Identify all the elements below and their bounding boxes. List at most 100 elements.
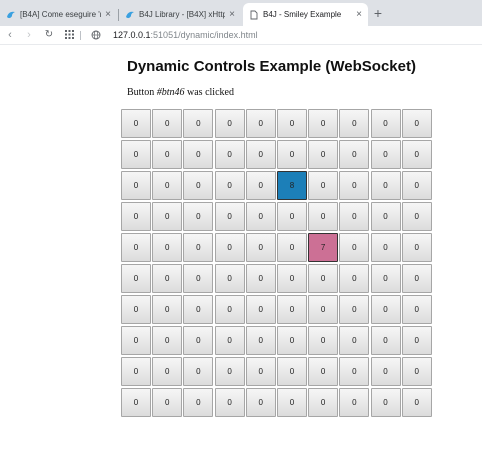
grid-button[interactable]: 0 xyxy=(339,140,370,169)
grid-button[interactable]: 0 xyxy=(401,326,432,355)
grid-button[interactable]: 0 xyxy=(370,357,401,386)
grid-button[interactable]: 0 xyxy=(152,295,183,324)
grid-button[interactable]: 0 xyxy=(214,140,245,169)
grid-button[interactable]: 0 xyxy=(152,326,183,355)
grid-button[interactable]: 0 xyxy=(276,233,307,262)
tab-close-icon[interactable]: × xyxy=(229,9,235,20)
grid-button[interactable]: 0 xyxy=(121,140,151,169)
grid-button[interactable]: 0 xyxy=(370,140,401,169)
grid-button[interactable]: 0 xyxy=(214,264,245,293)
grid-button[interactable]: 0 xyxy=(308,109,339,138)
grid-button[interactable]: 0 xyxy=(339,295,370,324)
grid-button-highlighted[interactable]: 7 xyxy=(308,233,339,262)
grid-button[interactable]: 0 xyxy=(370,109,401,138)
grid-button[interactable]: 0 xyxy=(121,202,151,231)
grid-button[interactable]: 0 xyxy=(401,264,432,293)
tab-b4j-library[interactable]: B4J Library - [B4X] xHttpSe × xyxy=(119,3,241,26)
grid-button[interactable]: 0 xyxy=(245,295,276,324)
grid-button[interactable]: 0 xyxy=(152,109,183,138)
grid-button[interactable]: 0 xyxy=(183,202,214,231)
grid-button[interactable]: 0 xyxy=(276,326,307,355)
tab-close-icon[interactable]: × xyxy=(356,9,362,20)
grid-button[interactable]: 0 xyxy=(245,140,276,169)
grid-button[interactable]: 0 xyxy=(245,233,276,262)
grid-button[interactable]: 0 xyxy=(339,388,370,417)
grid-button[interactable]: 0 xyxy=(121,388,151,417)
grid-button[interactable]: 0 xyxy=(152,388,183,417)
grid-button[interactable]: 0 xyxy=(214,326,245,355)
grid-button[interactable]: 0 xyxy=(183,140,214,169)
grid-button[interactable]: 0 xyxy=(308,140,339,169)
grid-button[interactable]: 0 xyxy=(183,264,214,293)
grid-button[interactable]: 0 xyxy=(183,326,214,355)
grid-button[interactable]: 0 xyxy=(308,388,339,417)
grid-button[interactable]: 0 xyxy=(152,357,183,386)
grid-button[interactable]: 0 xyxy=(370,295,401,324)
grid-button[interactable]: 0 xyxy=(276,295,307,324)
grid-button[interactable]: 0 xyxy=(370,326,401,355)
grid-button[interactable]: 0 xyxy=(401,233,432,262)
grid-button[interactable]: 0 xyxy=(308,202,339,231)
grid-button[interactable]: 0 xyxy=(276,357,307,386)
new-tab-button[interactable]: + xyxy=(370,4,386,22)
globe-icon[interactable] xyxy=(91,30,101,40)
grid-button[interactable]: 0 xyxy=(339,233,370,262)
grid-button[interactable]: 0 xyxy=(214,171,245,200)
grid-button[interactable]: 0 xyxy=(401,295,432,324)
address-bar[interactable]: 127.0.0.1:51051/dynamic/index.html xyxy=(113,26,258,44)
grid-button[interactable]: 0 xyxy=(152,233,183,262)
grid-button[interactable]: 0 xyxy=(370,171,401,200)
grid-button[interactable]: 0 xyxy=(214,109,245,138)
grid-button[interactable]: 0 xyxy=(308,171,339,200)
grid-button[interactable]: 0 xyxy=(308,357,339,386)
grid-button[interactable]: 0 xyxy=(308,264,339,293)
grid-button[interactable]: 0 xyxy=(245,202,276,231)
grid-button[interactable]: 0 xyxy=(339,326,370,355)
grid-button[interactable]: 0 xyxy=(121,109,151,138)
grid-button[interactable]: 0 xyxy=(276,202,307,231)
grid-button[interactable]: 0 xyxy=(214,233,245,262)
grid-button[interactable]: 0 xyxy=(245,357,276,386)
tab-close-icon[interactable]: × xyxy=(105,9,111,20)
grid-button[interactable]: 0 xyxy=(370,388,401,417)
grid-button[interactable]: 0 xyxy=(401,202,432,231)
grid-button[interactable]: 0 xyxy=(152,140,183,169)
grid-button[interactable]: 0 xyxy=(121,326,151,355)
apps-grid-icon[interactable] xyxy=(62,26,76,44)
grid-button[interactable]: 0 xyxy=(152,171,183,200)
grid-button[interactable]: 0 xyxy=(245,326,276,355)
grid-button[interactable]: 0 xyxy=(401,357,432,386)
grid-button[interactable]: 0 xyxy=(339,357,370,386)
grid-button[interactable]: 0 xyxy=(401,388,432,417)
grid-button[interactable]: 0 xyxy=(214,388,245,417)
grid-button[interactable]: 0 xyxy=(339,109,370,138)
grid-button[interactable]: 0 xyxy=(308,295,339,324)
grid-button[interactable]: 0 xyxy=(214,295,245,324)
grid-button[interactable]: 0 xyxy=(276,140,307,169)
grid-button[interactable]: 0 xyxy=(276,109,307,138)
back-arrow-icon[interactable]: ‹ xyxy=(3,26,17,44)
grid-button[interactable]: 0 xyxy=(401,109,432,138)
grid-button[interactable]: 0 xyxy=(121,357,151,386)
tab-smiley-example[interactable]: B4J - Smiley Example × xyxy=(243,3,368,26)
grid-button[interactable]: 0 xyxy=(370,264,401,293)
grid-button[interactable]: 0 xyxy=(276,388,307,417)
grid-button[interactable]: 0 xyxy=(245,264,276,293)
grid-button[interactable]: 0 xyxy=(183,171,214,200)
grid-button[interactable]: 0 xyxy=(245,109,276,138)
forward-arrow-icon[interactable]: › xyxy=(22,26,36,44)
grid-button[interactable]: 0 xyxy=(308,326,339,355)
grid-button[interactable]: 0 xyxy=(370,202,401,231)
reload-icon[interactable]: ↻ xyxy=(42,26,56,44)
grid-button[interactable]: 0 xyxy=(401,140,432,169)
grid-button[interactable]: 0 xyxy=(245,388,276,417)
grid-button[interactable]: 0 xyxy=(183,233,214,262)
grid-button[interactable]: 0 xyxy=(152,264,183,293)
tab-b4a-map[interactable]: [B4A] Come eseguire 'map × xyxy=(0,3,117,26)
grid-button[interactable]: 0 xyxy=(370,233,401,262)
grid-button[interactable]: 0 xyxy=(121,264,151,293)
grid-button-highlighted[interactable]: 8 xyxy=(276,171,307,200)
grid-button[interactable]: 0 xyxy=(183,388,214,417)
grid-button[interactable]: 0 xyxy=(183,357,214,386)
grid-button[interactable]: 0 xyxy=(245,171,276,200)
